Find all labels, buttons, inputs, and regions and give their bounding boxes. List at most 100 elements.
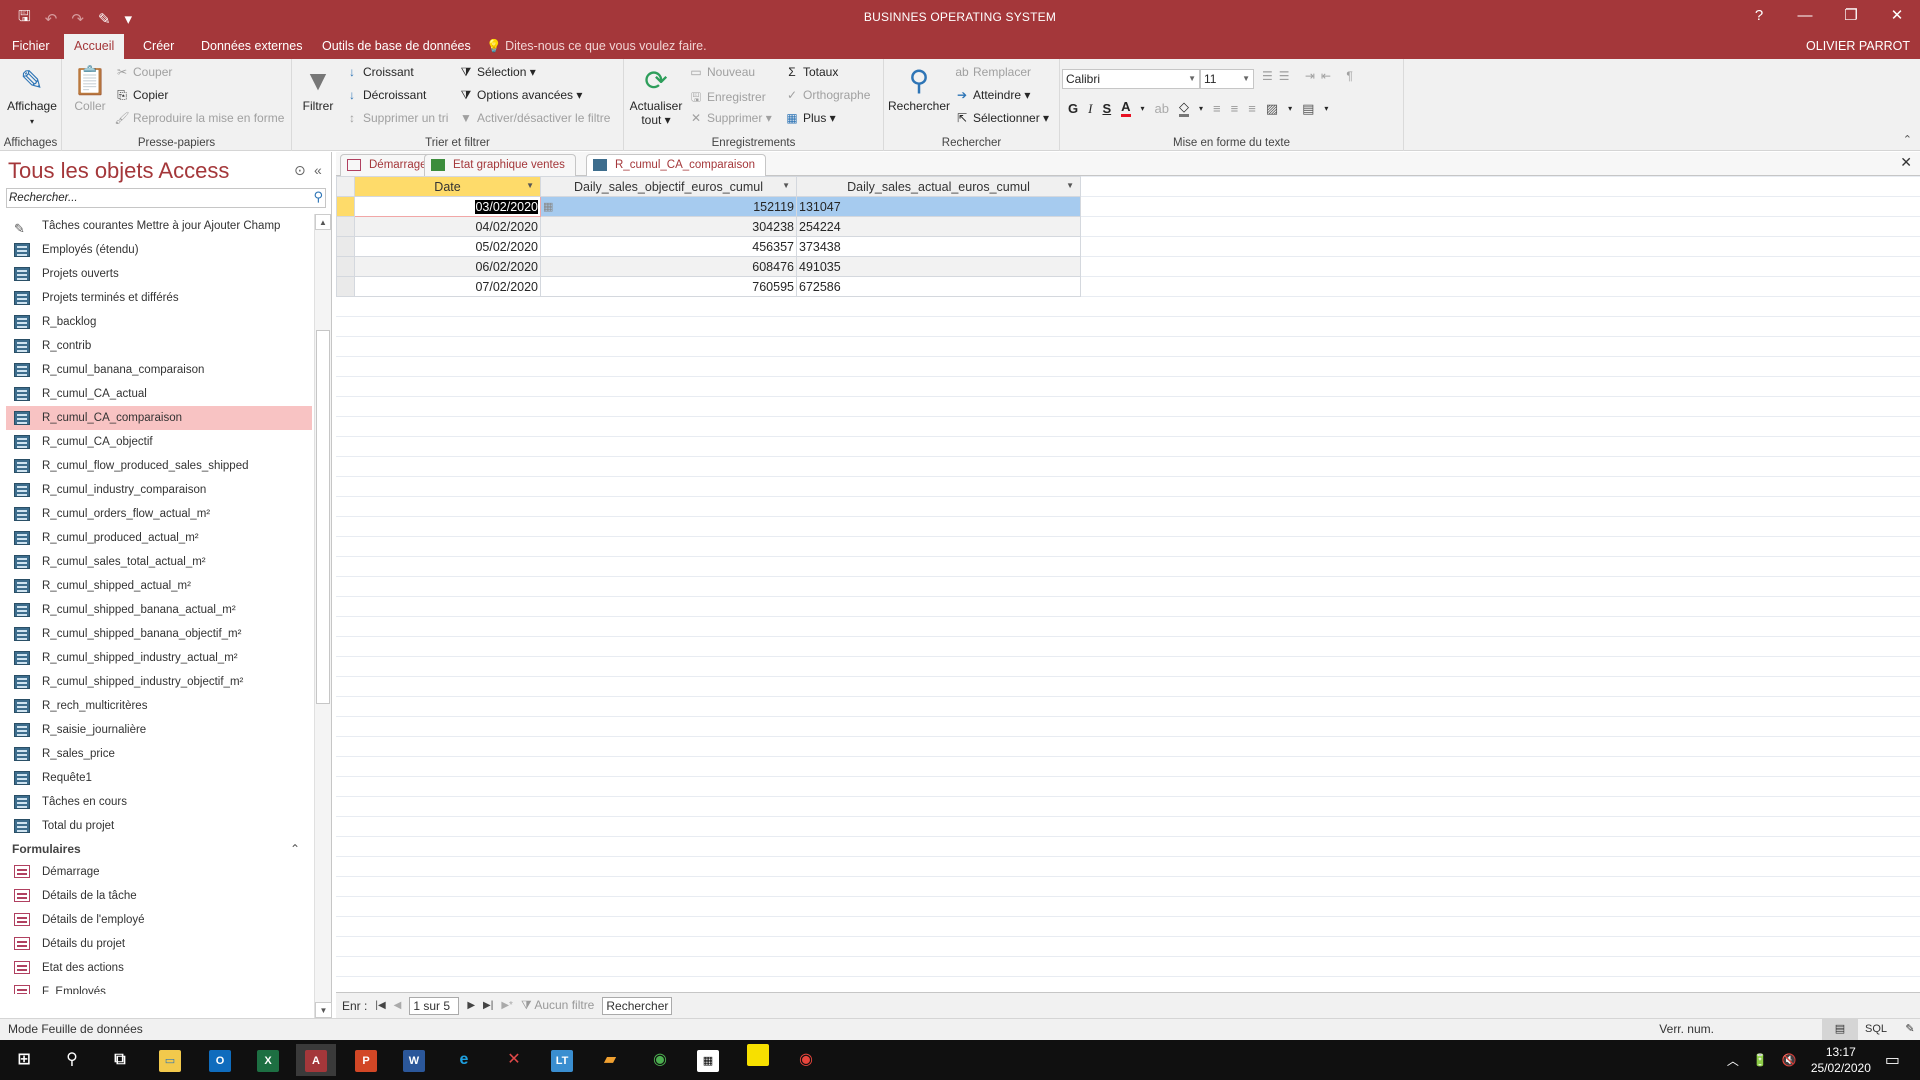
bold-button[interactable]: G (1068, 101, 1078, 116)
remplacer-button[interactable]: ab Remplacer (954, 65, 1031, 79)
croissant-button[interactable]: ↓ Croissant (344, 65, 414, 79)
clock[interactable]: 13:17 25/02/2020 (1811, 1044, 1871, 1076)
cell-date[interactable]: 03/02/2020 (354, 196, 541, 217)
last-record-icon[interactable]: ▶| (483, 1000, 493, 1011)
restore-button[interactable]: ❐ (1828, 0, 1874, 34)
collapse-ribbon-icon[interactable]: ⌃ (1903, 133, 1912, 146)
activer-filtre-button[interactable]: ▼ Activer/désactiver le filtre (458, 111, 610, 125)
font-name-select[interactable]: Calibri ▼ (1062, 69, 1200, 89)
nav-item-query[interactable]: R_cumul_industry_comparaison (6, 478, 312, 502)
search-icon[interactable]: ⚲ (313, 188, 323, 206)
new-record-icon[interactable]: ▶* (501, 1000, 513, 1011)
first-record-icon[interactable]: |◀ (375, 1000, 385, 1011)
sql-view-button[interactable]: SQL (1858, 1019, 1894, 1040)
indent-icon[interactable]: ⇥ (1305, 69, 1321, 83)
previous-record-icon[interactable]: ◀ (394, 1000, 402, 1011)
current-record-field[interactable]: 1 sur 5 (409, 996, 460, 1015)
nav-item-query[interactable]: R_saisie_journalière (6, 718, 312, 742)
tab-outils-base-de-donnees[interactable]: Outils de base de données (312, 34, 481, 59)
help-button[interactable]: ? (1736, 0, 1782, 34)
collapse-section-icon[interactable]: ⌃ (290, 838, 300, 860)
tell-me-box[interactable]: 💡 Dites-nous ce que vous voulez faire. (486, 34, 707, 59)
globe-app-icon[interactable]: ◉ (640, 1044, 680, 1076)
nav-item-query[interactable]: R_contrib (6, 334, 312, 358)
notifications-icon[interactable]: ▭ (1885, 1050, 1900, 1070)
app-icon[interactable]: ▰ (590, 1044, 630, 1076)
nav-item-query[interactable]: R_cumul_shipped_banana_actual_m² (6, 598, 312, 622)
row-selector[interactable] (336, 196, 355, 217)
nav-item-query[interactable]: R_cumul_flow_produced_sales_shipped (6, 454, 312, 478)
design-view-button[interactable]: ✎ (1892, 1019, 1920, 1040)
no-filter-button[interactable]: ⧩ Aucun filtre (521, 998, 594, 1013)
supprimer-button[interactable]: ✕ Supprimer ▾ (688, 111, 772, 125)
datasheet-view-button[interactable]: ▤ (1822, 1019, 1858, 1040)
nav-item-query[interactable]: Requête1 (6, 766, 312, 790)
reproduire-button[interactable]: 🖌 Reproduire la mise en forme (114, 111, 284, 125)
nav-item-form[interactable]: F_Employés (6, 980, 312, 994)
nav-item-query[interactable]: R_cumul_shipped_banana_objectif_m² (6, 622, 312, 646)
outdent-icon[interactable]: ⇤ (1321, 69, 1337, 83)
selectionner-button[interactable]: ⇱ Sélectionner ▾ (954, 111, 1049, 125)
collapse-pane-icon[interactable]: « (314, 162, 322, 178)
cell-objectif[interactable]: 456357 (540, 236, 797, 257)
scroll-thumb[interactable] (316, 330, 330, 704)
orthographe-button[interactable]: ✓ Orthographe (784, 88, 870, 102)
search-icon[interactable]: ⚲ (52, 1044, 92, 1076)
tab-donnees-externes[interactable]: Données externes (191, 34, 312, 59)
nav-item-query[interactable]: R_cumul_shipped_industry_actual_m² (6, 646, 312, 670)
cell-actual[interactable]: 373438 (796, 236, 1081, 257)
nav-item-query[interactable]: Projets terminés et différés (6, 286, 312, 310)
calculator-icon[interactable]: ▦ (688, 1044, 728, 1076)
column-header-objectif[interactable]: Daily_sales_objectif_euros_cumul ▼ (540, 176, 797, 197)
pane-menu-icon[interactable]: ⊙ (294, 162, 306, 179)
italic-button[interactable]: I (1088, 101, 1092, 117)
nav-item-query[interactable]: R_backlog (6, 310, 312, 334)
affichage-button[interactable]: ✎ Affichage ▾ (4, 63, 60, 127)
scroll-down-icon[interactable]: ▼ (315, 1002, 332, 1018)
nav-item-form[interactable]: Etat des actions (6, 956, 312, 980)
doc-tab-etat-graphique-ventes[interactable]: Etat graphique ventes (424, 154, 576, 176)
minimize-button[interactable]: — (1782, 0, 1828, 34)
nav-item-query[interactable]: ✎ Tâches courantes Mettre à jour Ajouter … (6, 214, 312, 238)
totaux-button[interactable]: Σ Totaux (784, 65, 838, 79)
align-left-icon[interactable]: ≡ (1213, 101, 1221, 116)
font-size-select[interactable]: 11 ▼ (1200, 69, 1254, 89)
select-all-corner[interactable] (336, 176, 355, 197)
nav-item-query[interactable]: R_cumul_CA_actual (6, 382, 312, 406)
record-search-input[interactable]: Rechercher (602, 996, 673, 1015)
highlight-icon[interactable]: ab (1155, 101, 1169, 116)
nav-item-query[interactable]: Employés (étendu) (6, 238, 312, 262)
nav-item-query[interactable]: R_cumul_CA_comparaison (6, 406, 312, 430)
excel-icon[interactable]: X (248, 1044, 288, 1076)
row-selector[interactable] (336, 236, 355, 257)
alternate-row-color-icon[interactable]: ▤ (1302, 101, 1314, 117)
underline-button[interactable]: S (1102, 101, 1111, 116)
tab-creer[interactable]: Créer (133, 34, 184, 59)
cell-actual[interactable]: 254224 (796, 216, 1081, 237)
copier-button[interactable]: ⎘ Copier (114, 88, 168, 103)
nav-item-query[interactable]: R_cumul_shipped_actual_m² (6, 574, 312, 598)
user-name[interactable]: OLIVIER PARROT (1806, 34, 1910, 59)
nav-item-query[interactable]: R_cumul_orders_flow_actual_m² (6, 502, 312, 526)
nav-item-query[interactable]: Tâches en cours (6, 790, 312, 814)
bullets-icon[interactable]: ☰ (1262, 69, 1279, 83)
nouveau-button[interactable]: ▭ Nouveau (688, 65, 755, 79)
chevron-down-icon[interactable]: ▼ (1066, 181, 1074, 190)
date-picker-icon[interactable]: ▦ (543, 200, 553, 213)
internet-explorer-icon[interactable]: e (444, 1044, 484, 1076)
doc-tab-r-cumul-ca-comparaison[interactable]: R_cumul_CA_comparaison (586, 154, 766, 177)
cell-date[interactable]: 04/02/2020 (354, 216, 541, 237)
powerpoint-icon[interactable]: P (346, 1044, 386, 1076)
align-center-icon[interactable]: ≡ (1231, 101, 1239, 116)
access-icon[interactable]: A (296, 1044, 336, 1076)
chevron-down-icon[interactable]: ▼ (526, 181, 534, 190)
next-record-icon[interactable]: ▶ (467, 1000, 475, 1011)
column-header-date[interactable]: Date ▼ (354, 176, 541, 197)
plus-button[interactable]: ▦ Plus ▾ (784, 111, 835, 125)
xmind-icon[interactable]: ✕ (494, 1044, 534, 1076)
outlook-icon[interactable]: O (200, 1044, 240, 1076)
cell-date[interactable]: 06/02/2020 (354, 256, 541, 277)
cell-date[interactable]: 05/02/2020 (354, 236, 541, 257)
nav-item-query[interactable]: R_cumul_banana_comparaison (6, 358, 312, 382)
nav-item-query[interactable]: R_cumul_sales_total_actual_m² (6, 550, 312, 574)
